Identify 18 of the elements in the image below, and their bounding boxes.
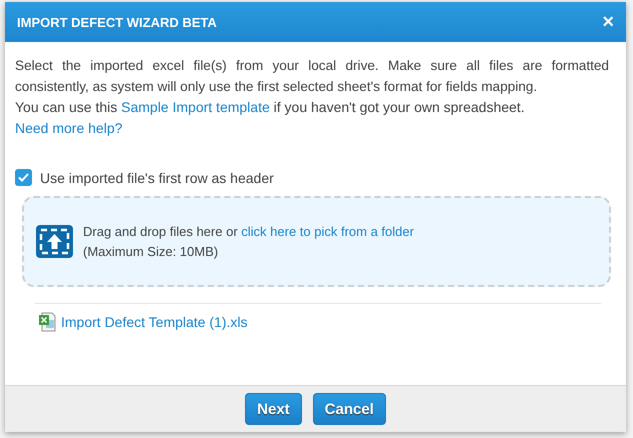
help-link[interactable]: Need more help? <box>15 120 122 136</box>
cancel-button[interactable]: Cancel <box>312 393 386 425</box>
drop-instructions: Drag and drop files here or click here to pick from a folder <box>83 222 414 241</box>
dialog-title: IMPORT DEFECT WIZARD BETA <box>17 14 217 30</box>
spreadsheet-file-icon <box>38 312 56 332</box>
header-checkbox[interactable] <box>15 169 32 186</box>
template-text: You can use this Sample Import template if you haven't got your own spreadsheet. <box>15 98 526 117</box>
file-link[interactable]: Import Defect Template (1).xls <box>61 314 248 330</box>
upload-icon <box>36 225 73 258</box>
next-button[interactable]: Next <box>245 393 302 425</box>
checkmark-icon <box>18 173 29 182</box>
sample-template-link[interactable]: Sample Import template <box>121 99 270 115</box>
close-button[interactable]: × <box>602 12 614 32</box>
checkbox-label: Use imported file's first row as header <box>40 170 274 186</box>
pick-folder-link[interactable]: click here to pick from a folder <box>241 224 414 238</box>
instructions-text: Select the imported excel file(s) from your local drive. Make sure all files are formatted consistently, as system will only use the first selected sheet's format for fields mapping. <box>15 57 609 96</box>
size-limit-text: (Maximum Size: 10MB) <box>83 242 220 261</box>
drop-zone[interactable]: Drag and drop files here or click here to pick from a folder (Maximum Size: 10MB) <box>22 196 611 287</box>
